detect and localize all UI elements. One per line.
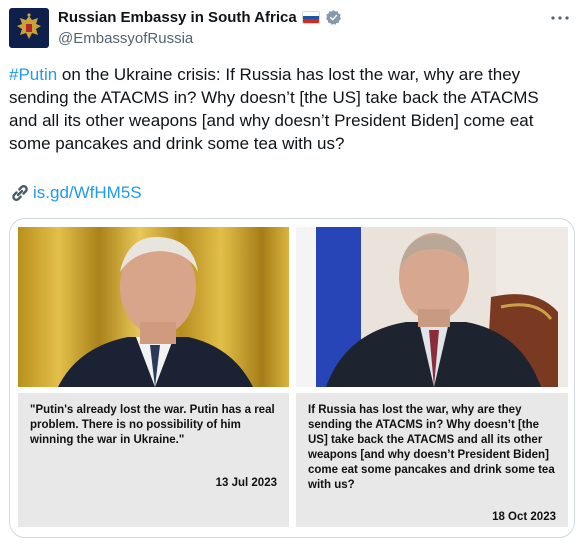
right-quote: If Russia has lost the war, why are they… xyxy=(308,404,555,491)
more-options-icon[interactable] xyxy=(548,6,572,30)
display-name-text[interactable]: Russian Embassy in South Africa xyxy=(58,9,297,26)
russia-flag-icon xyxy=(301,11,320,24)
biden-photo xyxy=(18,227,289,387)
tweet-body: on the Ukraine crisis: If Russia has los… xyxy=(9,65,539,153)
display-name[interactable]: Russian Embassy in South Africa xyxy=(58,9,342,26)
account-handle[interactable]: @EmbassyofRussia xyxy=(58,30,193,47)
left-date: 13 Jul 2023 xyxy=(215,477,277,489)
left-panel: "Putin's already lost the war. Putin has… xyxy=(18,227,289,527)
right-panel: If Russia has lost the war, why are they… xyxy=(296,227,568,527)
verified-badge-icon xyxy=(325,10,341,25)
right-date: 18 Oct 2023 xyxy=(492,511,556,523)
coat-of-arms-icon xyxy=(17,13,41,39)
tweet: Russian Embassy in South Africa @Embassy… xyxy=(0,0,584,545)
hashtag-link[interactable]: #Putin xyxy=(9,65,57,84)
putin-photo xyxy=(296,227,568,387)
avatar[interactable] xyxy=(9,8,49,48)
tweet-text: #Putin on the Ukraine crisis: If Russia … xyxy=(9,63,569,155)
link-text[interactable]: is.gd/WfHM5S xyxy=(33,183,142,203)
left-quote: "Putin's already lost the war. Putin has… xyxy=(30,404,275,446)
external-link[interactable]: is.gd/WfHM5S xyxy=(9,183,142,203)
media-card[interactable]: "Putin's already lost the war. Putin has… xyxy=(9,218,575,538)
right-caption-box: If Russia has lost the war, why are they… xyxy=(296,393,568,527)
link-icon xyxy=(12,185,28,201)
left-caption-box: "Putin's already lost the war. Putin has… xyxy=(18,393,289,527)
